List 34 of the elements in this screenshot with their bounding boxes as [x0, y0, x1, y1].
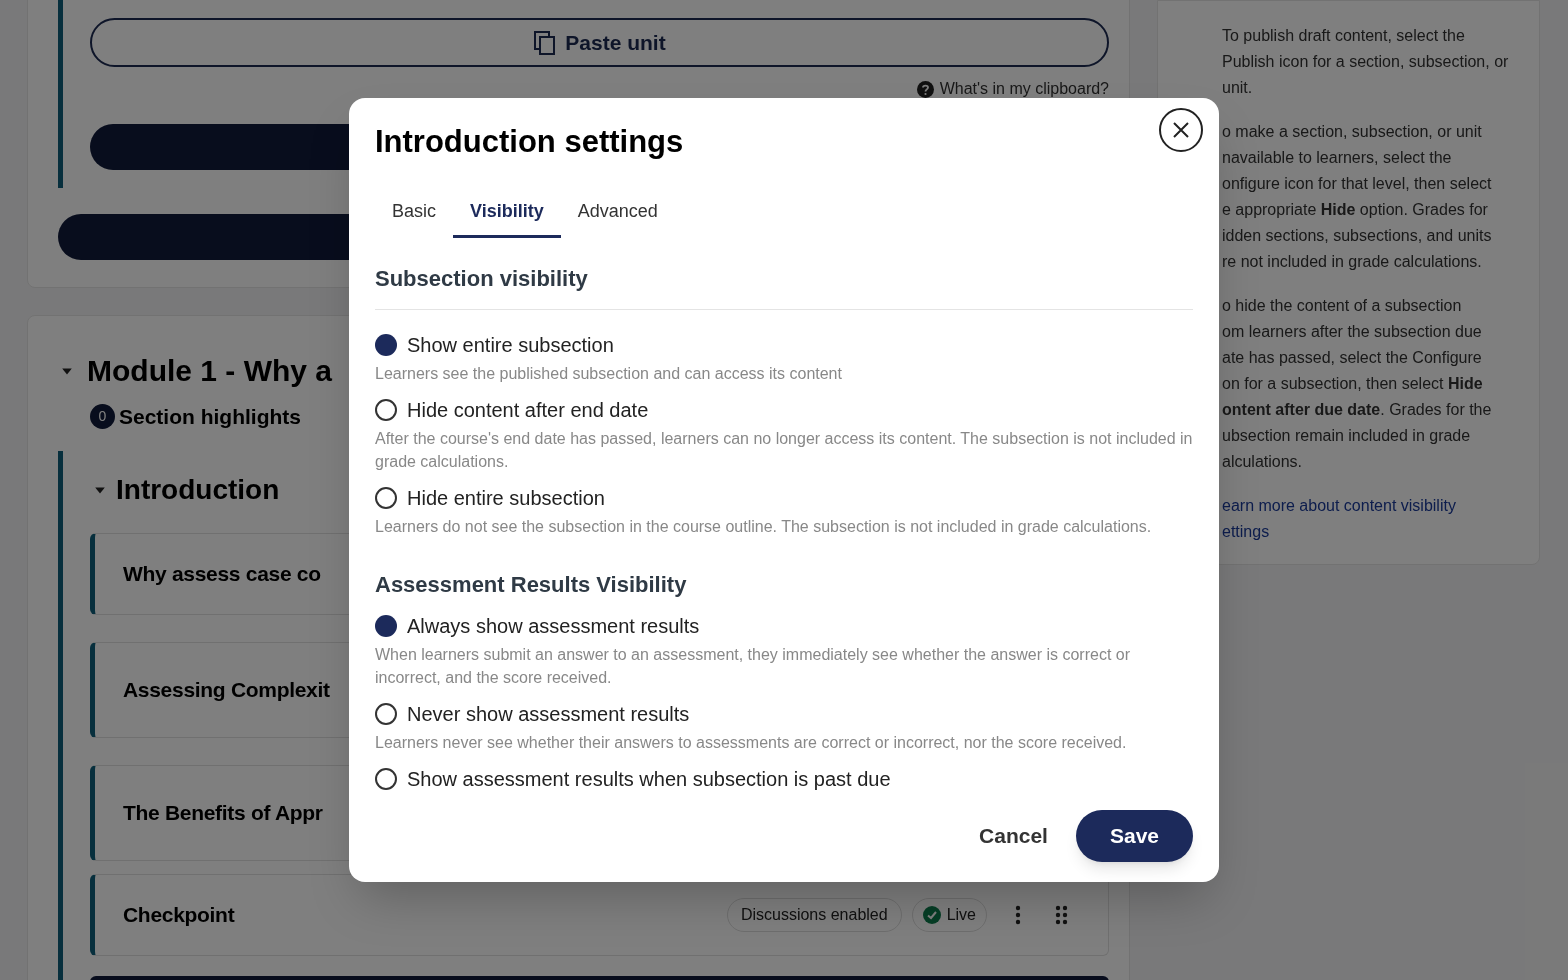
option-label[interactable]: Never show assessment results — [407, 699, 690, 729]
section-title: Module 1 - Why a — [87, 353, 332, 389]
clipboard-link[interactable]: What's in my clipboard? — [939, 77, 1109, 101]
section-highlights[interactable]: Section highlights — [119, 401, 301, 433]
option-description: After the course's end date has passed, learners can no longer access its content. The subsection is not included in grade calculations. — [375, 429, 1193, 472]
option-label[interactable]: Hide entire subsection — [407, 483, 605, 513]
count-badge: 0 — [90, 404, 115, 430]
option-label[interactable]: Show entire subsection — [407, 330, 614, 360]
unit-title: Why assess case co — [123, 560, 321, 587]
tab[interactable]: Basic — [375, 188, 453, 238]
help-paragraph: o make a section, subsection, or unit navailable to learners, select the onfigure icon for that level, then select e appropriate Hide option. Grades for idden sections, subsections, and units re not included in grade calculations. — [1222, 122, 1493, 272]
unit-card[interactable]: Checkpoint Discussions enabled Live — [90, 873, 1109, 956]
tab[interactable]: Advanced — [560, 188, 675, 238]
option-description: Learners never see whether their answers to assessments are correct or incorrect, nor the score received. — [375, 733, 1128, 753]
unit-title: Assessing Complexit — [123, 676, 330, 703]
subsection-title: Introduction — [116, 472, 280, 507]
help-paragraph: To publish draft content, select the Publish icon for a section, subsection, or unit. — [1222, 26, 1510, 98]
tab[interactable]: Visibility — [453, 188, 561, 238]
option-label[interactable]: Always show assessment results — [407, 611, 700, 641]
option-description: Learners do not see the subsection in the course outline. The subsection is not included in grade calculations. — [375, 517, 1153, 537]
unit-title: The Benefits of Appr — [123, 799, 323, 826]
group-heading: Assessment Results Visibility — [375, 571, 688, 599]
dialog-title: Introduction settings — [375, 123, 684, 161]
option-label[interactable]: Show assessment results when subsection is past due — [407, 764, 891, 794]
unit-title: Checkpoint — [123, 901, 235, 928]
option-label[interactable]: Hide content after end date — [407, 395, 649, 425]
option-description: When learners submit an answer to an assessment, they immediately see whether the answer is correct or incorrect, and the score received. — [375, 645, 1131, 688]
save-button[interactable]: Save — [1075, 810, 1193, 862]
cancel-button[interactable]: Cancel — [979, 820, 1048, 852]
help-paragraph: o hide the content of a subsection om learners after the subsection due ate has passed, select the Configure on for a subsection, then select Hide ontent after due date. Grades for the ubsection remain included in grade alculations. — [1222, 296, 1493, 472]
help-link[interactable]: earn more about content visibility ettings — [1222, 493, 1539, 545]
option-description: Learners see the published subsection and can access its content — [375, 364, 843, 384]
paste-unit-button[interactable]: Paste unit — [90, 18, 1109, 67]
group-heading: Subsection visibility — [375, 262, 1193, 310]
